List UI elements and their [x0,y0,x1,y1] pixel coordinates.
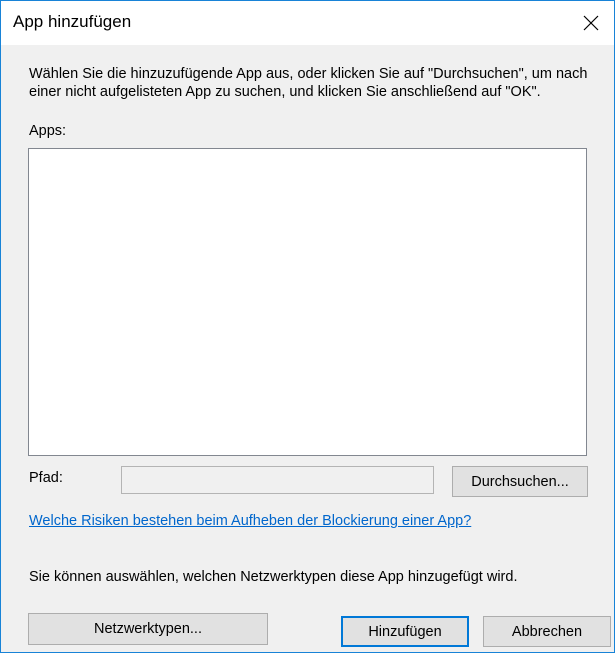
cancel-button[interactable]: Abbrechen [483,616,611,647]
browse-button[interactable]: Durchsuchen... [452,466,588,497]
risk-help-link[interactable]: Welche Risiken bestehen beim Aufheben de… [29,513,471,529]
apps-list[interactable] [28,148,587,456]
instructions-text: Wählen Sie die hinzuzufügende App aus, o… [29,66,588,100]
path-label: Pfad: [29,470,63,486]
title-bar: App hinzufügen [1,1,614,45]
add-button[interactable]: Hinzufügen [341,616,469,647]
apps-label: Apps: [29,123,67,139]
close-button[interactable] [568,1,614,45]
network-types-button[interactable]: Netzwerktypen... [28,613,268,645]
path-input[interactable] [121,466,434,494]
network-info-text: Sie können auswählen, welchen Netzwerkty… [29,569,518,585]
close-icon [583,15,599,31]
add-app-dialog: App hinzufügen Wählen Sie die hinzuzufüg… [0,0,615,653]
window-title: App hinzufügen [13,12,132,31]
